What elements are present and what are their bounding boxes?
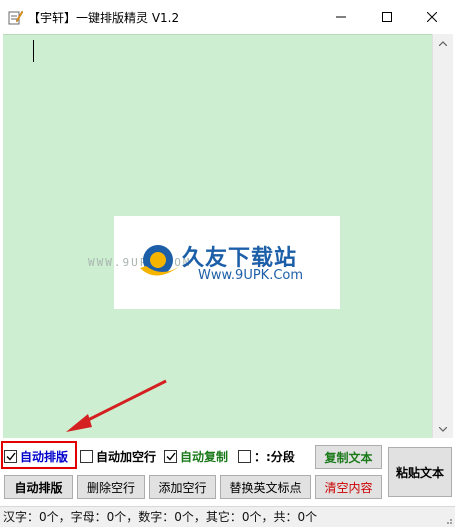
scroll-up-button[interactable] bbox=[433, 34, 453, 52]
auto-copy-checkbox[interactable]: 自动复制 bbox=[164, 444, 228, 468]
replace-english-punctuation-button[interactable]: 替换英文标点 bbox=[220, 475, 311, 499]
watermark-brand-url: Www.9UPK.Com bbox=[198, 268, 304, 283]
minimize-icon bbox=[336, 16, 346, 18]
notepad-icon bbox=[8, 10, 23, 25]
vertical-scrollbar[interactable] bbox=[432, 34, 453, 438]
close-button[interactable] bbox=[409, 0, 455, 34]
text-caret bbox=[33, 40, 34, 62]
paste-text-button[interactable]: 粘贴文本 bbox=[388, 447, 452, 497]
title-bar: 【宇轩】一键排版精灵 V1.2 bbox=[0, 0, 455, 34]
chevron-up-icon bbox=[439, 40, 447, 46]
window-title: 【宇轩】一键排版精灵 V1.2 bbox=[28, 11, 180, 25]
auto-format-button[interactable]: 自动排版 bbox=[4, 475, 73, 499]
scroll-down-button[interactable] bbox=[433, 420, 453, 438]
status-bar: 汉字：0个，字母：0个，数字：0个，其它：0个，共：0个 bbox=[0, 506, 455, 527]
copy-text-button[interactable]: 复制文本 bbox=[315, 445, 382, 469]
minimize-button[interactable] bbox=[318, 0, 364, 34]
auto-blank-line-label: 自动加空行 bbox=[96, 449, 157, 464]
highlight-annotation bbox=[1, 441, 77, 469]
auto-blank-line-checkbox[interactable]: 自动加空行 bbox=[80, 444, 156, 468]
close-icon bbox=[427, 12, 437, 22]
checkbox-unchecked-icon bbox=[80, 449, 93, 463]
auto-copy-label: 自动复制 bbox=[180, 449, 229, 464]
delete-blank-lines-button[interactable]: 删除空行 bbox=[77, 475, 145, 499]
resize-grip-icon[interactable] bbox=[443, 515, 453, 525]
maximize-button[interactable] bbox=[364, 0, 410, 34]
clear-content-button[interactable]: 清空内容 bbox=[315, 475, 382, 499]
checkbox-unchecked-icon bbox=[238, 449, 251, 463]
add-blank-lines-button[interactable]: 添加空行 bbox=[149, 475, 216, 499]
segment-checkbox[interactable]: ：:分段 bbox=[238, 444, 295, 468]
segment-label: ：:分段 bbox=[254, 449, 295, 464]
status-text: 汉字：0个，字母：0个，数字：0个，其它：0个，共：0个 bbox=[3, 510, 318, 524]
chevron-down-icon bbox=[439, 426, 447, 432]
maximize-icon bbox=[382, 12, 392, 22]
checkbox-checked-icon bbox=[164, 449, 177, 463]
brand-logo-icon bbox=[140, 245, 180, 276]
watermark: WWW.9UPK.COM 久友下载站 Www.9UPK.Com bbox=[88, 216, 340, 309]
